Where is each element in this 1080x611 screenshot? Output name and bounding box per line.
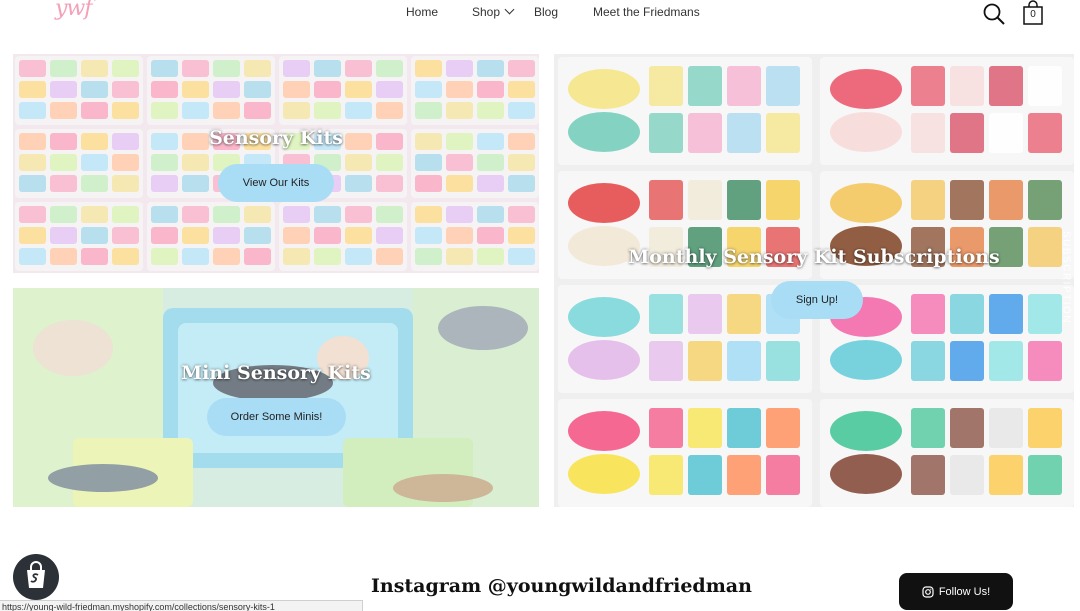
subscription-side-tab[interactable]: SUBSCRIPTION	[1058, 230, 1074, 328]
order-minis-button[interactable]: Order Some Minis!	[207, 398, 346, 436]
mini-sensory-kits-tile[interactable]: Mini Sensory Kits Order Some Minis!	[13, 288, 539, 507]
follow-us-button[interactable]: Follow Us!	[899, 573, 1013, 610]
shopify-bag-icon[interactable]	[13, 554, 59, 600]
chevron-down-icon	[504, 4, 515, 15]
nav-shop-link[interactable]: Shop	[472, 4, 515, 19]
main-nav: Home Shop Blog Meet the Friedmans	[0, 4, 1080, 21]
nav-shop-label: Shop	[472, 5, 501, 19]
follow-us-label: Follow Us!	[938, 585, 991, 598]
monthly-subscriptions-tile[interactable]: Monthly Sensory Kit Subscriptions Sign U…	[554, 54, 1074, 507]
view-our-kits-button[interactable]: View Our Kits	[218, 164, 334, 202]
sensory-kits-title: Sensory Kits	[209, 127, 343, 149]
search-icon[interactable]	[982, 2, 1006, 26]
subscription-tab-label: SUBSCRIPTION	[1060, 230, 1072, 324]
shopping-bag-icon[interactable]: 0	[1021, 0, 1045, 26]
cart-count: 0	[1030, 9, 1036, 20]
instagram-heading: Instagram @youngwildandfriedman	[371, 575, 752, 597]
nav-home-link[interactable]: Home	[406, 5, 438, 19]
sign-up-button[interactable]: Sign Up!	[771, 281, 863, 319]
nav-meet-link[interactable]: Meet the Friedmans	[593, 5, 700, 19]
status-bar-url: https://young-wild-friedman.myshopify.co…	[0, 600, 363, 611]
mini-sensory-kits-title: Mini Sensory Kits	[181, 362, 371, 384]
monthly-subscriptions-title: Monthly Sensory Kit Subscriptions	[628, 246, 1000, 268]
sensory-kits-tile[interactable]: Sensory Kits View Our Kits	[13, 54, 539, 273]
nav-blog-link[interactable]: Blog	[534, 5, 558, 19]
instagram-icon	[922, 585, 934, 598]
